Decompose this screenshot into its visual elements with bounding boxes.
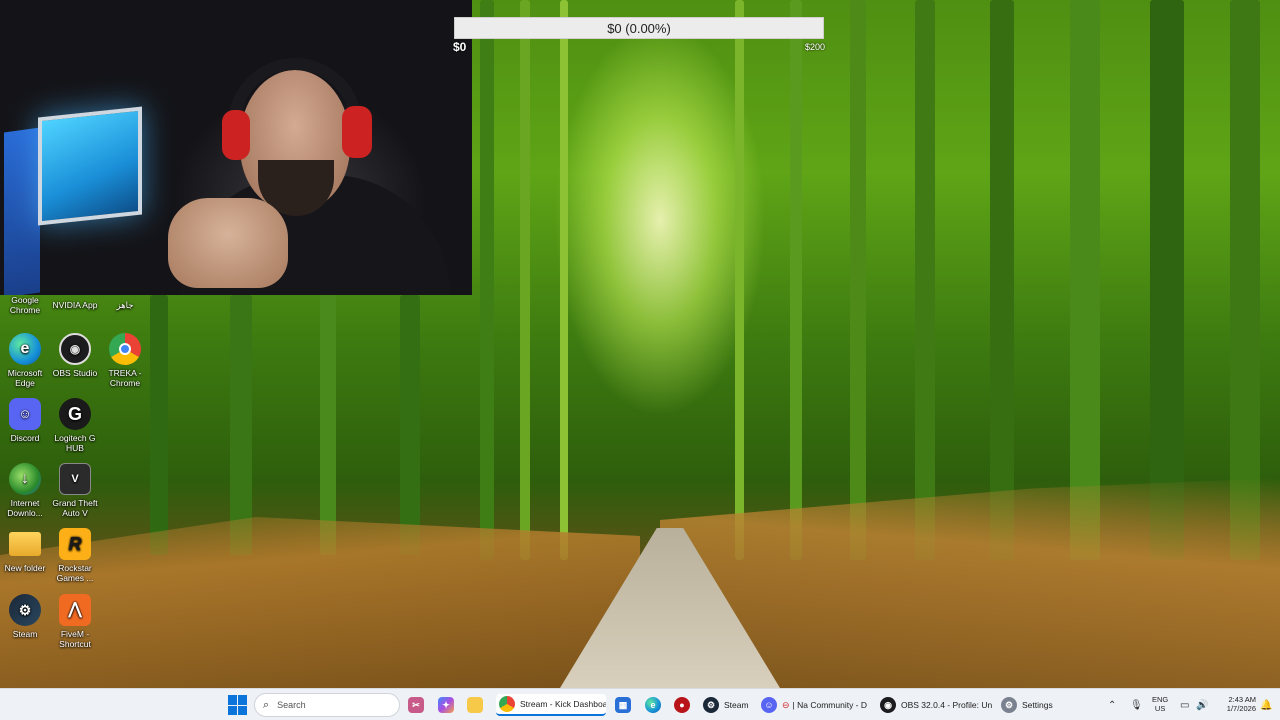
steam-icon: ⚙ [703, 697, 719, 713]
desktop-icon-label: TREKA - Chrome [108, 368, 142, 388]
edge-icon: e [9, 333, 41, 365]
taskbar-app-label: Stream - Kick Dashboar [520, 699, 606, 709]
windows-start-button[interactable] [228, 695, 248, 715]
goal-max-label: $200 [805, 42, 826, 52]
goal-min-label: $0 [453, 40, 467, 54]
desktop-icon-label: Google Chrome [9, 295, 41, 315]
taskbar-app-label: OBS 32.0.4 - Profile: Unt [901, 700, 992, 710]
record-icon: ● [674, 697, 690, 713]
desktop-icon-gta-v[interactable]: V Grand Theft Auto V [50, 463, 100, 518]
desktop-icon-treka-chrome[interactable]: TREKA - Chrome [100, 333, 150, 388]
desktop-icon-label: Logitech G HUB [54, 433, 96, 453]
desktop-icon-internet-download-manager[interactable]: ↓ Internet Downlo... [0, 463, 50, 518]
edge-icon: e [645, 697, 661, 713]
steam-icon: ⚙ [9, 594, 41, 626]
microsoft-store-icon: ▦ [615, 697, 631, 713]
desktop-icon-logitech-g-hub[interactable]: G Logitech G HUB [50, 398, 100, 453]
search-icon: ⌕ [263, 698, 270, 711]
volume-icon: 🔊 [1196, 699, 1209, 711]
taskbar-app-edge[interactable]: e [645, 694, 666, 716]
desktop-icon-label: Steam [12, 629, 38, 639]
taskbar-app-chrome-kick-dashboard[interactable]: Stream - Kick Dashboar [496, 694, 606, 716]
taskbar-app-label: | Na Community - D [792, 700, 868, 710]
file-explorer-icon [467, 697, 483, 713]
desktop-icon-label: Discord [10, 433, 40, 443]
rockstar-icon: R [59, 528, 91, 560]
chrome-icon [109, 333, 141, 365]
taskbar-app-file-explorer[interactable] [467, 694, 488, 716]
settings-icon: ⚙ [1001, 697, 1017, 713]
desktop-icon-label: Grand Theft Auto V [52, 498, 98, 518]
network-icon: ▭ [1180, 699, 1190, 711]
obs-icon: ◉ [59, 333, 91, 365]
chevron-up-icon: ⌃ [1108, 699, 1117, 711]
taskbar-app-steam[interactable]: ⚙ Steam [703, 694, 758, 716]
fivem-icon: ⋀ [59, 594, 91, 626]
taskbar-app-copilot[interactable]: ✦ [438, 694, 459, 716]
desktop-icon-label: جاهز [116, 300, 134, 310]
desktop-icon-label: NVIDIA App [52, 300, 98, 310]
desktop-icon-label: Internet Downlo... [7, 498, 43, 518]
tray-notifications[interactable]: 🔔 [1260, 689, 1272, 720]
discord-icon: ☺ [761, 697, 777, 713]
taskbar-search-box[interactable]: ⌕ Search [254, 693, 400, 717]
recording-indicator-icon: ⊖ [782, 699, 790, 710]
notification-bell-icon: 🔔 [1260, 699, 1273, 711]
desktop-icon-discord[interactable]: ☺ Discord [0, 398, 50, 443]
keyboard-region: US [1154, 704, 1166, 713]
tray-volume[interactable]: 🔊 [1196, 689, 1208, 720]
desktop-icon-google-chrome[interactable]: Google Chrome [0, 295, 50, 315]
taskbar-app-label: Steam [724, 700, 749, 710]
snipping-tool-icon: ✂ [408, 697, 424, 713]
logitech-icon: G [59, 398, 91, 430]
windows-logo-icon [228, 695, 237, 705]
desktop-icon-fivem-shortcut[interactable]: ⋀ FiveM - Shortcut [50, 594, 100, 649]
tray-microphone[interactable]: 🎙 [1130, 689, 1143, 720]
gta-icon: V [59, 463, 91, 495]
goal-progress-text: $0 (0.00%) [607, 20, 671, 36]
tray-network[interactable]: ▭ [1180, 689, 1189, 720]
desktop-icon-nvidia-app[interactable]: NVIDIA App [50, 300, 100, 310]
taskbar: ⌕ Search ✂ ✦ Stream - Kick Dashboar ▦ e … [0, 688, 1280, 720]
webcam-overlay [0, 0, 472, 295]
clock-time: 2:43 AM [1228, 695, 1256, 704]
search-placeholder: Search [277, 700, 306, 710]
donation-goal-bar: $0 (0.00%) [454, 17, 824, 39]
language-indicator[interactable]: ENG US [1152, 695, 1168, 713]
desktop-icon-label: OBS Studio [52, 368, 98, 378]
desktop-icon-steam[interactable]: ⚙ Steam [0, 594, 50, 639]
folder-icon [9, 532, 41, 556]
taskbar-app-settings[interactable]: ⚙ Settings [1001, 694, 1061, 716]
discord-icon: ☺ [9, 398, 41, 430]
taskbar-app-discord[interactable]: ☺ ⊖ | Na Community - D [761, 694, 873, 716]
desktop-icon-microsoft-edge[interactable]: e Microsoft Edge [0, 333, 50, 388]
desktop-icon-folder-arabic[interactable]: جاهز [100, 300, 150, 310]
tray-overflow-button[interactable]: ⌃ [1108, 689, 1116, 720]
taskbar-app-label: Settings [1022, 700, 1053, 710]
taskbar-app-snipping-tool[interactable]: ✂ [408, 694, 429, 716]
desktop-icon-rockstar-games[interactable]: R Rockstar Games ... [50, 528, 100, 583]
taskbar-app-recorder[interactable]: ● [674, 694, 695, 716]
language-code: ENG [1152, 695, 1169, 704]
idm-icon: ↓ [9, 463, 41, 495]
desktop-icon-label: New folder [4, 563, 46, 573]
chrome-icon [499, 696, 515, 712]
taskbar-app-obs[interactable]: ◉ OBS 32.0.4 - Profile: Unt [880, 694, 992, 716]
desktop-icon-label: Rockstar Games ... [56, 563, 94, 583]
clock-date: 1/7/2026 [1226, 704, 1256, 713]
taskbar-clock[interactable]: 2:43 AM 1/7/2026 [1216, 695, 1256, 713]
desktop-icon-obs-studio[interactable]: ◉ OBS Studio [50, 333, 100, 378]
taskbar-app-microsoft-store[interactable]: ▦ [615, 694, 636, 716]
copilot-icon: ✦ [438, 697, 454, 713]
desktop-icon-new-folder[interactable]: New folder [0, 528, 50, 573]
desktop-icon-label: Microsoft Edge [7, 368, 43, 388]
microphone-icon: 🎙 [1130, 699, 1143, 711]
desktop-icon-label: FiveM - Shortcut [59, 629, 91, 649]
obs-icon: ◉ [880, 697, 896, 713]
